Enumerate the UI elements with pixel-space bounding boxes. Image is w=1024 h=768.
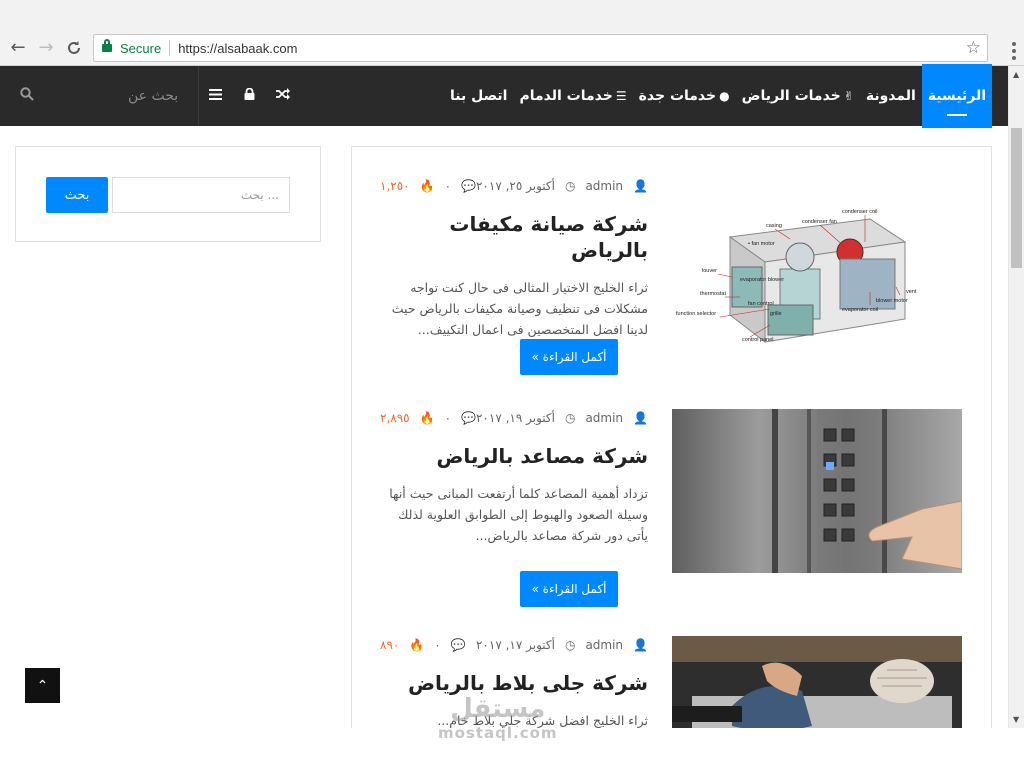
post-title[interactable]: شركة جلى بلاط بالرياض xyxy=(380,670,648,696)
flame-icon: 🔥 xyxy=(409,638,425,652)
comments-count[interactable]: ٠ xyxy=(445,179,451,193)
user-icon: 👤 xyxy=(633,411,648,425)
forward-icon[interactable]: → xyxy=(32,34,60,62)
menu-item-dammam-services[interactable]: خدمات الدمام ☰ xyxy=(513,66,632,126)
diagram-label-control-panel: control panel xyxy=(742,337,774,343)
search-icon[interactable] xyxy=(20,87,48,105)
watermark: مستقل mostaql.com xyxy=(438,694,558,742)
shuffle-icon[interactable] xyxy=(266,88,300,104)
window-title-strip xyxy=(0,0,1024,30)
sidebar-search-button[interactable]: بحث xyxy=(46,177,108,213)
post-meta: ٢,٨٩٥ 🔥 ٠ 💬 أكتوبر ١٩, ٢٠١٧ ◷ admin 👤 xyxy=(380,411,648,425)
comments-icon: 💬 xyxy=(450,638,466,652)
views-count: ٢,٨٩٥ xyxy=(380,411,410,425)
user-icon: 👤 xyxy=(633,638,648,652)
post-thumbnail[interactable] xyxy=(672,409,962,573)
comments-count[interactable]: ٠ xyxy=(434,638,440,652)
back-to-top-button[interactable]: ⌃ xyxy=(25,668,60,703)
scroll-up-icon[interactable]: ▲ xyxy=(1013,70,1019,79)
main-menu: الرئيسية المدونة خدمات الرياض ✌ خدمات جدة… xyxy=(444,64,992,128)
diagram-label-grille: grille xyxy=(770,311,782,317)
diagram-label-evaporator-blower: evaporator blower xyxy=(740,277,784,283)
views-count: ٨٩٠ xyxy=(380,638,400,652)
post-date: أكتوبر ١٧, ٢٠١٧ xyxy=(475,638,555,652)
menu-item-jeddah-services[interactable]: خدمات جدة ● xyxy=(633,66,736,126)
url-text[interactable]: https://alsabaak.com xyxy=(178,41,297,56)
scrollbar-thumb[interactable] xyxy=(1011,128,1022,268)
scroll-down-icon[interactable]: ▼ xyxy=(1013,715,1019,724)
post-date: أكتوبر ٢٥, ٢٠١٧ xyxy=(475,179,555,193)
reload-icon[interactable] xyxy=(60,34,88,62)
post-body: ٢,٨٩٥ 🔥 ٠ 💬 أكتوبر ١٩, ٢٠١٧ ◷ admin 👤 شر… xyxy=(380,411,648,546)
bookmark-star-icon[interactable]: ☆ xyxy=(966,38,981,58)
post-author[interactable]: admin xyxy=(585,179,623,193)
secure-label: Secure xyxy=(120,40,162,56)
watermark-latin: mostaql.com xyxy=(438,724,558,742)
flame-icon: 🔥 xyxy=(419,179,435,193)
posts-list: condenser coil condenser fan casing • fa… xyxy=(351,146,992,746)
sidebar-search-widget: بحث بحث ... xyxy=(15,146,321,242)
read-more-button[interactable]: أكمل القراءة » xyxy=(520,339,618,375)
watermark-arabic: مستقل xyxy=(450,694,546,724)
lock-icon xyxy=(102,39,112,53)
clock-icon: ◷ xyxy=(564,411,576,425)
menu-item-contact[interactable]: اتصل بنا xyxy=(444,66,513,126)
diagram-label-fan-control: fan control xyxy=(748,301,774,307)
login-lock-icon[interactable] xyxy=(232,87,266,104)
flame-icon: 🔥 xyxy=(419,411,435,425)
diagram-label-vent: vent xyxy=(906,289,917,295)
site-navbar: بحث عن الرئيسية المدونة خدمات الرياض ✌ خد… xyxy=(0,64,1008,128)
page-scrollbar[interactable]: ▲ ▼ xyxy=(1008,66,1024,728)
diagram-label-thermostat: thermostat xyxy=(700,291,726,297)
address-bar[interactable]: Secure https://alsabaak.com ☆ xyxy=(93,34,988,62)
post-title[interactable]: شركة مصاعد بالرياض xyxy=(380,443,648,469)
diagram-label-casing: casing xyxy=(766,223,782,229)
menu-item-blog[interactable]: المدونة xyxy=(860,66,922,126)
clock-icon: ◷ xyxy=(564,179,576,193)
diagram-label-condenser-coil: condenser coil xyxy=(842,209,877,215)
browser-toolbar: ← → Secure https://alsabaak.com ☆ xyxy=(0,30,1024,66)
post-author[interactable]: admin xyxy=(585,411,623,425)
post-excerpt: ثراء الخليج الاختيار المثالى فى حال كنت … xyxy=(391,280,648,337)
diagram-label-function-selector: function selector xyxy=(676,311,716,317)
nav-search-input[interactable]: بحث عن xyxy=(128,88,178,104)
menu-item-riyadh-services[interactable]: خدمات الرياض ✌ xyxy=(736,66,860,126)
post-title[interactable]: شركة صيانة مكيفات بالرياض xyxy=(380,211,648,263)
post-body: ١,٢٥٠ 🔥 ٠ 💬 أكتوبر ٢٥, ٢٠١٧ ◷ admin 👤 شر… xyxy=(380,179,648,340)
diagram-label-fan-motor: • fan motor xyxy=(748,241,775,247)
post-meta: ٨٩٠ 🔥 ٠ 💬 أكتوبر ١٧, ٢٠١٧ ◷ admin 👤 xyxy=(380,638,648,652)
comments-icon: 💬 xyxy=(461,179,476,193)
views-count: ١,٢٥٠ xyxy=(380,179,410,193)
comments-count[interactable]: ٠ xyxy=(445,411,451,425)
diagram-label-louver: louver xyxy=(702,268,717,274)
hand-icon: ✌ xyxy=(843,89,854,103)
post-excerpt: تزداد أهمية المصاعد كلما أرتفعت المبانى … xyxy=(389,486,648,543)
hamburger-menu-icon[interactable] xyxy=(198,88,232,104)
read-more-button[interactable]: أكمل القراءة » xyxy=(520,571,618,607)
back-icon[interactable]: ← xyxy=(4,34,32,62)
post-meta: ١,٢٥٠ 🔥 ٠ 💬 أكتوبر ٢٥, ٢٠١٧ ◷ admin 👤 xyxy=(380,179,648,193)
diagram-label-blower-motor: blower motor xyxy=(876,298,908,304)
apple-icon: ● xyxy=(719,89,730,103)
post-date: أكتوبر ١٩, ٢٠١٧ xyxy=(475,411,555,425)
post-author[interactable]: admin xyxy=(585,638,623,652)
menu-item-home[interactable]: الرئيسية xyxy=(921,64,992,128)
list-icon: ☰ xyxy=(615,89,627,103)
post-thumbnail[interactable]: condenser coil condenser fan casing • fa… xyxy=(670,197,960,357)
comments-icon: 💬 xyxy=(461,411,476,425)
user-icon: 👤 xyxy=(633,179,648,193)
nav-search[interactable]: بحث عن xyxy=(20,66,190,126)
chevron-up-icon: ⌃ xyxy=(36,677,49,694)
diagram-label-evaporator-coil: evaporator coil xyxy=(842,307,878,313)
diagram-label-condenser-fan: condenser fan xyxy=(802,219,837,225)
clock-icon: ◷ xyxy=(564,638,576,652)
sidebar-search-input[interactable]: بحث ... xyxy=(112,177,290,213)
browser-menu-icon[interactable] xyxy=(1012,42,1016,63)
